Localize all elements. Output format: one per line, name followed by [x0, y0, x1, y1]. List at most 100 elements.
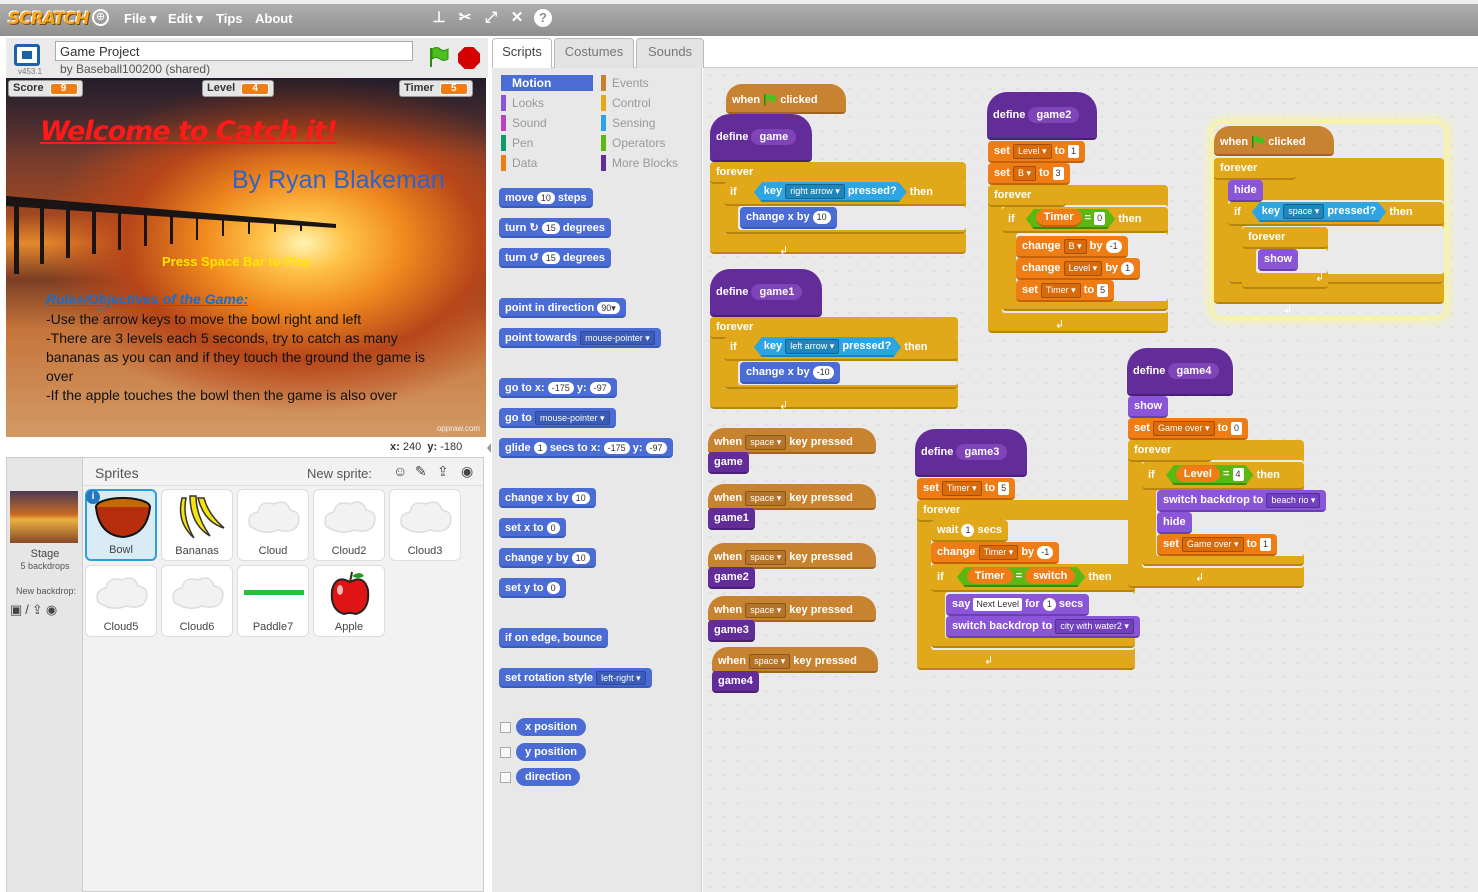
key-dropdown[interactable]: space ▾ [745, 490, 787, 506]
scratch-logo[interactable]: SCRATCH [8, 9, 90, 29]
block-move-steps[interactable]: move 10 steps [499, 188, 593, 208]
backdrop-dropdown[interactable]: beach rio ▾ [1266, 492, 1321, 508]
equals-condition[interactable]: Level = 4 [1166, 465, 1254, 485]
x-input[interactable]: -175 [547, 382, 574, 394]
block-set-variable[interactable]: set Level ▾ to 1 [988, 141, 1086, 163]
value-input[interactable]: 1 [1121, 261, 1135, 275]
y-input[interactable]: -97 [645, 442, 667, 454]
grow-icon[interactable]: ⤢ [482, 9, 500, 27]
checkbox-direction[interactable] [500, 772, 511, 783]
menu-about[interactable]: About [255, 11, 293, 26]
block-show[interactable]: show [1128, 396, 1169, 418]
shrink-icon[interactable]: ✕ [508, 9, 526, 27]
upload-icon[interactable]: ⇪ [32, 602, 46, 617]
duplicate-stamp-icon[interactable]: ⊥ [430, 9, 448, 27]
stage-selector[interactable]: Stage 5 backdrops New backdrop: ▣/⇪◉ [7, 458, 83, 892]
block-turn-right[interactable]: turn ↻ 15 degrees [499, 218, 612, 238]
block-define-game3[interactable]: define game3 [915, 429, 1027, 477]
block-define-game2[interactable]: define game2 [987, 92, 1097, 140]
block-call-game1[interactable]: game1 [708, 508, 755, 530]
block-call-game2[interactable]: game2 [708, 567, 755, 589]
value-input[interactable]: 3 [1052, 166, 1064, 180]
block-wait-secs[interactable]: wait 1 secs [931, 520, 1009, 542]
number-input[interactable]: 10 [571, 492, 590, 504]
variable-dropdown[interactable]: Timer ▾ [978, 544, 1019, 560]
variable-dropdown[interactable]: Game over ▾ [1152, 420, 1215, 436]
key-dropdown[interactable]: space ▾ [745, 549, 787, 565]
menu-edit[interactable]: Edit ▾ [168, 11, 203, 27]
sprite-cloud2[interactable]: Cloud2 [313, 489, 385, 561]
variable-dropdown[interactable]: Timer ▾ [941, 480, 982, 496]
tab-sounds[interactable]: Sounds [636, 38, 704, 68]
sprite-cloud[interactable]: Cloud [237, 489, 309, 561]
key-dropdown[interactable]: right arrow ▾ [785, 184, 845, 199]
category-sound[interactable]: Sound [501, 115, 593, 131]
category-data[interactable]: Data [501, 155, 593, 171]
sprite-paddle7[interactable]: Paddle7 [237, 565, 309, 637]
block-when-key-pressed[interactable]: when space ▾ key pressed [708, 428, 876, 454]
timer-reporter[interactable]: Timer [1036, 209, 1082, 227]
x-input[interactable]: -175 [603, 442, 630, 454]
number-input[interactable]: 15 [541, 252, 560, 264]
menu-tips[interactable]: Tips [216, 11, 243, 26]
block-change-x-by[interactable]: change x by 10 [740, 207, 837, 229]
switch-reporter[interactable]: switch [1025, 568, 1075, 584]
block-when-flag-clicked[interactable]: when clicked [1214, 126, 1334, 156]
block-change-x-by[interactable]: change x by -10 [740, 362, 840, 384]
tab-scripts[interactable]: Scripts [492, 38, 552, 69]
block-set-variable[interactable]: set B ▾ to 3 [988, 163, 1070, 185]
value-input[interactable]: 1 [1260, 537, 1272, 551]
value-input[interactable]: 5 [998, 481, 1010, 495]
value-input[interactable]: 0 [1231, 421, 1243, 435]
key-pressed-condition[interactable]: key left arrow ▾ pressed? [754, 337, 901, 357]
number-input[interactable]: 15 [541, 222, 560, 234]
fullscreen-icon[interactable] [14, 44, 40, 66]
value-input[interactable]: 4 [1233, 468, 1244, 481]
block-when-key-pressed[interactable]: when space ▾ key pressed [708, 543, 876, 569]
sprite-bowl[interactable]: i Bowl [85, 489, 157, 561]
block-set-variable[interactable]: set Game over ▾ to 0 [1128, 418, 1249, 440]
block-change-y[interactable]: change y by 10 [499, 548, 596, 568]
upload-sprite-icon[interactable]: ⇪ [437, 463, 449, 480]
block-when-key-pressed[interactable]: when space ▾ key pressed [712, 647, 878, 673]
help-icon[interactable]: ? [534, 9, 552, 27]
variable-dropdown[interactable]: B ▾ [1012, 165, 1036, 181]
block-switch-backdrop[interactable]: switch backdrop to city with water2 ▾ [946, 616, 1140, 638]
project-title-input[interactable]: Game Project [55, 41, 413, 61]
checkbox-y-position[interactable] [500, 747, 511, 758]
block-call-game4[interactable]: game4 [712, 671, 759, 693]
category-operators[interactable]: Operators [601, 135, 693, 151]
block-go-to-xy[interactable]: go to x: -175 y: -97 [499, 378, 617, 398]
reporter-x-position[interactable]: x position [516, 718, 586, 736]
sprite-cloud5[interactable]: Cloud5 [85, 565, 157, 637]
block-when-key-pressed[interactable]: when space ▾ key pressed [708, 596, 876, 622]
value-input[interactable]: 1 [1068, 144, 1080, 158]
paint-backdrop-icon[interactable]: ▣ [10, 602, 25, 617]
block-point-direction[interactable]: point in direction 90▾ [499, 298, 626, 318]
level-reporter[interactable]: Level [1176, 466, 1220, 482]
tab-costumes[interactable]: Costumes [554, 38, 634, 68]
variable-dropdown[interactable]: Level ▾ [1063, 260, 1103, 276]
paint-sprite-icon[interactable]: ✎ [415, 463, 427, 480]
block-change-x[interactable]: change x by 10 [499, 488, 596, 508]
target-dropdown[interactable]: mouse-pointer ▾ [534, 411, 610, 425]
block-call-game[interactable]: game [708, 452, 749, 474]
language-globe-icon[interactable]: ⊕ [92, 9, 109, 26]
block-rotation-style[interactable]: set rotation style left-right ▾ [499, 668, 652, 688]
equals-condition[interactable]: Timer = 0 [1026, 209, 1115, 229]
brush-icon[interactable]: / [25, 602, 32, 617]
number-input[interactable]: -10 [812, 365, 834, 379]
block-show[interactable]: show [1258, 249, 1299, 271]
block-set-variable[interactable]: set Game over ▾ to 1 [1157, 534, 1278, 556]
block-change-variable[interactable]: change B ▾ by -1 [1016, 236, 1128, 258]
variable-dropdown[interactable]: B ▾ [1063, 238, 1087, 254]
block-say-for-secs[interactable]: say Next Level for 1 secs [946, 594, 1090, 616]
sprite-cloud3[interactable]: Cloud3 [389, 489, 461, 561]
key-pressed-condition[interactable]: key right arrow ▾ pressed? [754, 182, 907, 202]
sprite-cloud6[interactable]: Cloud6 [161, 565, 233, 637]
block-set-x[interactable]: set x to 0 [499, 518, 566, 538]
value-input[interactable]: 1 [961, 523, 975, 537]
number-input[interactable]: 0 [546, 582, 560, 594]
block-hide[interactable]: hide [1228, 180, 1263, 202]
key-dropdown[interactable]: left arrow ▾ [785, 339, 839, 354]
